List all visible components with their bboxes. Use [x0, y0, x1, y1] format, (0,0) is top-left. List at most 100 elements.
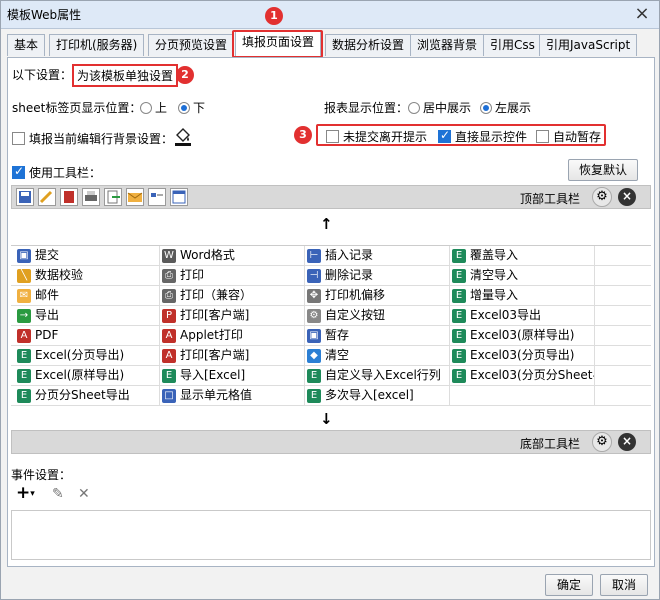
grid-row: → 导出 P 打印[客户端] ⚙ 自定义按钮 E Excel03导出	[11, 306, 651, 326]
print-icon[interactable]	[82, 188, 100, 206]
toolbar-item[interactable]: W Word格式	[160, 246, 305, 266]
direct-show-controls-checkbox[interactable]: 直接显示控件	[438, 128, 527, 145]
toolbar-item-label: PDF	[35, 328, 59, 342]
edit-event-icon[interactable]: ✎	[52, 486, 64, 502]
tab-browser-bg[interactable]: 浏览器背景	[410, 34, 485, 56]
paint-bucket-icon[interactable]	[174, 126, 192, 146]
toolbar-item[interactable]: □ 显示单元格值	[160, 386, 305, 406]
excel-icon: E	[452, 369, 466, 383]
toolbar-item[interactable]: ◆ 清空	[305, 346, 450, 366]
toolbar-item-label: Excel03(原样导出)	[470, 328, 575, 342]
add-event-icon[interactable]: +▾	[16, 483, 35, 503]
toolbar-item[interactable]: E 自定义导入Excel行列	[305, 366, 450, 386]
email-icon[interactable]	[126, 188, 144, 206]
radio-selected-icon	[480, 102, 492, 114]
delete-event-icon[interactable]: ✕	[78, 486, 90, 502]
scope-label: 以下设置：	[12, 68, 73, 82]
move-down-arrow-icon[interactable]: ↓	[320, 410, 333, 428]
tab-data-analysis[interactable]: 数据分析设置	[325, 34, 412, 56]
grid-row: ✉ 邮件 ⎙ 打印（兼容） ✥ 打印机偏移 E 增量导入	[11, 286, 651, 306]
save-icon[interactable]	[16, 188, 34, 206]
tab-printer[interactable]: 打印机(服务器)	[49, 34, 145, 56]
toolbar-item-label: Word格式	[180, 248, 235, 262]
toolbar-item-label: 覆盖导入	[470, 248, 519, 262]
toolbar-item[interactable]: E Excel(原样导出)	[15, 366, 160, 386]
toolbar-item-label: 增量导入	[470, 288, 519, 302]
export-icon: →	[17, 309, 31, 323]
toolbar-item[interactable]: E 清空导入	[450, 266, 595, 286]
toolbar-item[interactable]: → 导出	[15, 306, 160, 326]
toolbar-item-label: 插入记录	[325, 248, 374, 262]
tab-bar: 基本 打印机(服务器) 分页预览设置 填报页面设置 数据分析设置 浏览器背景 引…	[7, 31, 655, 57]
toolbar-item[interactable]: ⎙ 打印（兼容）	[160, 286, 305, 306]
toolbar-item[interactable]: ⊢ 插入记录	[305, 246, 450, 266]
tab-page-preview[interactable]: 分页预览设置	[148, 34, 235, 56]
tab-basic[interactable]: 基本	[7, 34, 46, 56]
toolbar-item[interactable]: ✉ 邮件	[15, 286, 160, 306]
callout-badge-3: 3	[294, 126, 312, 144]
tab-css[interactable]: 引用Css	[483, 34, 542, 56]
toolbar-item[interactable]: E 导入[Excel]	[160, 366, 305, 386]
validate-icon[interactable]	[38, 188, 56, 206]
toolbar-item[interactable]: E 增量导入	[450, 286, 595, 306]
toolbar-item-label: 数据校验	[35, 268, 84, 282]
toolbar-item-label: Excel03导出	[470, 308, 542, 322]
toolbar-item[interactable]: E 多次导入[excel]	[305, 386, 450, 406]
toolbar-item[interactable]: E 覆盖导入	[450, 246, 595, 266]
cancel-button[interactable]: 取消	[600, 574, 648, 596]
delete-row-icon: ⊣	[307, 269, 321, 283]
excel-icon: E	[307, 389, 321, 403]
toolbar-item[interactable]: ⎙ 打印	[160, 266, 305, 286]
toolbar-item-label: 清空导入	[470, 268, 519, 282]
report-position-label: 报表显示位置：	[324, 101, 409, 115]
toolbar-item[interactable]: A PDF	[15, 326, 160, 346]
grid-row: E Excel(原样导出) E 导入[Excel] E 自定义导入Excel行列 E Exce…	[11, 366, 651, 386]
report-pos-radio-left[interactable]: 左展示	[480, 99, 531, 116]
close-icon[interactable]: ×	[631, 3, 653, 25]
toolbar-item[interactable]: ✥ 打印机偏移	[305, 286, 450, 306]
radio-selected-icon	[178, 102, 190, 114]
toolbar-item-label: Excel03(分页导出)	[470, 348, 575, 362]
toolbar-item-label: 导出	[35, 308, 60, 322]
print-icon: ⎙	[162, 269, 176, 283]
toolbar-item[interactable]: E Excel03(分页分Sheet导出)	[450, 366, 595, 386]
events-list[interactable]	[11, 510, 651, 560]
toolbar-items-grid: ▣ 提交 W Word格式 ⊢ 插入记录 E 覆盖导入 ╲ 数据校验 ⎙ 打印 ⊣ 删除记录 E 清空导入 ✉ 邮…	[11, 245, 651, 406]
radio-label: 居中展示	[423, 101, 472, 115]
callout-badge-2: 2	[176, 66, 194, 84]
use-toolbar-checkbox[interactable]: 使用工具栏：	[12, 164, 101, 181]
toolbar-item[interactable]: ⚙ 自定义按钮	[305, 306, 450, 326]
unsubmitted-leave-prompt-checkbox[interactable]: 未提交离开提示	[326, 128, 427, 145]
gear-icon[interactable]: ⚙	[592, 432, 612, 452]
fill-bg-checkbox[interactable]: 填报当前编辑行背景设置：	[12, 130, 173, 147]
toolbar-item[interactable]: A 打印[客户端]	[160, 346, 305, 366]
ok-button[interactable]: 确定	[545, 574, 593, 596]
remove-icon[interactable]: ×	[618, 433, 636, 451]
toolbar-item[interactable]: E 分页分Sheet导出	[15, 386, 160, 406]
sheet-tab-radio-top[interactable]: 上	[140, 99, 167, 116]
restore-default-button[interactable]: 恢复默认	[568, 159, 638, 181]
cell-icon[interactable]	[170, 188, 188, 206]
toolbar-item[interactable]: E Excel03导出	[450, 306, 595, 326]
sheet-tab-radio-bottom[interactable]: 下	[178, 99, 205, 116]
pdf-icon[interactable]	[60, 188, 78, 206]
toolbar-item[interactable]: ╲ 数据校验	[15, 266, 160, 286]
remove-icon[interactable]: ×	[618, 188, 636, 206]
insert-row-icon[interactable]	[148, 188, 166, 206]
export-icon[interactable]	[104, 188, 122, 206]
move-up-arrow-icon[interactable]: ↑	[320, 215, 333, 233]
toolbar-item[interactable]: E Excel(分页导出)	[15, 346, 160, 366]
toolbar-item[interactable]: ▣ 提交	[15, 246, 160, 266]
toolbar-item[interactable]: A Applet打印	[160, 326, 305, 346]
tab-javascript[interactable]: 引用JavaScript	[539, 34, 638, 56]
toolbar-item[interactable]: ⊣ 删除记录	[305, 266, 450, 286]
toolbar-item[interactable]: P 打印[客户端]	[160, 306, 305, 326]
toolbar-item[interactable]: E Excel03(分页导出)	[450, 346, 595, 366]
toolbar-item[interactable]: ▣ 暂存	[305, 326, 450, 346]
gear-icon[interactable]: ⚙	[592, 187, 612, 207]
autosave-checkbox[interactable]: 自动暂存	[536, 128, 601, 145]
toolbar-item[interactable]: E Excel03(原样导出)	[450, 326, 595, 346]
scope-selector[interactable]: 为该模板单独设置	[72, 64, 179, 87]
report-pos-radio-center[interactable]: 居中展示	[408, 99, 471, 116]
excel-icon: E	[17, 349, 31, 363]
